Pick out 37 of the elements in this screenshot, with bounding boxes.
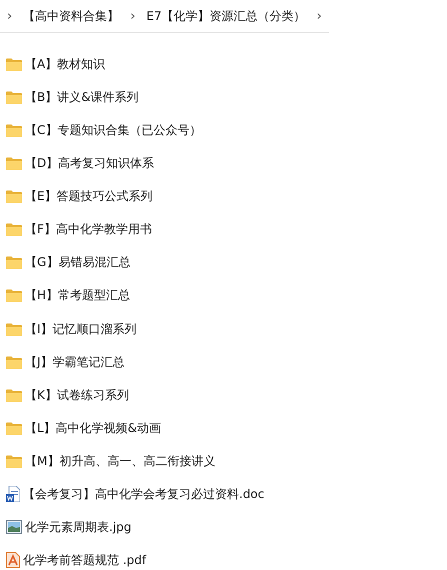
folder-icon <box>6 58 22 72</box>
folder-icon <box>6 190 22 204</box>
file-name[interactable]: 【M】初升高、高一、高二衔接讲义 <box>25 452 216 470</box>
folder-icon <box>6 256 22 270</box>
file-name[interactable]: 【A】教材知识 <box>25 56 106 74</box>
chevron-separator[interactable]: › <box>314 8 325 24</box>
file-name[interactable]: 【会考复习】高中化学会考复习必过资料.doc <box>23 486 264 503</box>
file-name[interactable]: 【H】常考题型汇总 <box>25 287 130 304</box>
folder-icon <box>6 157 22 170</box>
folder-icon <box>6 289 22 302</box>
breadcrumb-item[interactable]: E7【化学】资源汇总（分类） <box>146 8 306 24</box>
file-name[interactable]: 化学考前答题规范 .pdf <box>23 552 146 569</box>
folder-icon <box>6 124 22 138</box>
folder-icon <box>6 223 22 236</box>
folder-icon <box>6 422 22 435</box>
file-name[interactable]: 【K】试卷练习系列 <box>25 386 129 404</box>
file-name[interactable]: 【J】学霸笔记汇总 <box>25 354 125 371</box>
image-file-icon <box>6 520 22 534</box>
folder-icon <box>6 388 22 402</box>
breadcrumb-item[interactable]: 【高中资料合集】 <box>23 8 120 24</box>
file-name[interactable]: 【L】高中化学视频&动画 <box>25 420 162 437</box>
file-name[interactable]: 【G】易错易混汇总 <box>25 254 130 272</box>
folder-icon <box>6 322 22 336</box>
chevron-separator[interactable]: › <box>127 8 138 24</box>
file-name[interactable]: 【D】高考复习知识体系 <box>25 155 154 172</box>
file-name[interactable]: 【I】记忆顺口溜系列 <box>25 320 137 338</box>
file-name[interactable]: 【E】答题技巧公式系列 <box>25 188 153 206</box>
word-document-icon <box>6 486 20 502</box>
pdf-file-icon <box>6 552 20 568</box>
folder-icon <box>6 356 22 369</box>
file-name[interactable]: 化学元素周期表.jpg <box>25 518 132 536</box>
file-name[interactable]: 【F】高中化学教学用书 <box>25 221 152 238</box>
folder-icon <box>6 454 22 468</box>
folder-icon <box>6 91 22 104</box>
file-name[interactable]: 【B】讲义&课件系列 <box>25 89 139 106</box>
file-name[interactable]: 【C】专题知识合集（已公众号） <box>25 122 202 140</box>
chevron-separator[interactable]: › <box>4 8 16 24</box>
